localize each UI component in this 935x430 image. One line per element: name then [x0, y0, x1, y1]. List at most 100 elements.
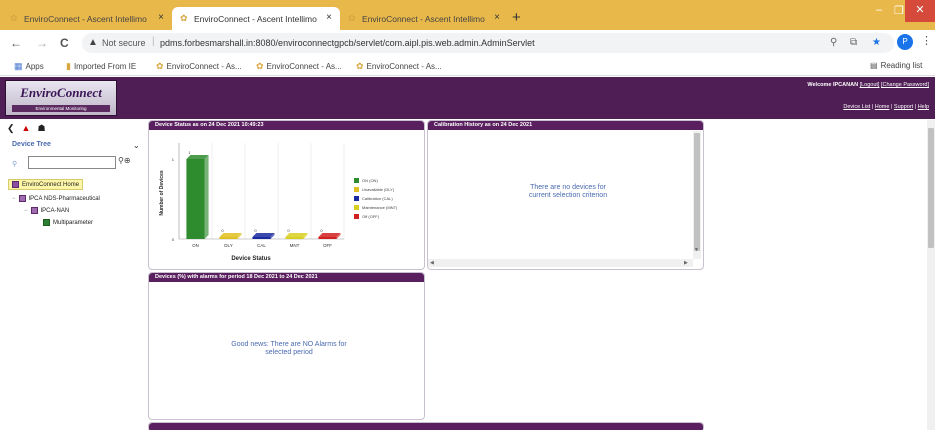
reload-icon[interactable]: C [60, 36, 69, 50]
expand-collapse-icon[interactable]: − [12, 196, 16, 202]
welcome-text: Welcome IPCANAN [807, 82, 859, 88]
legend-item: ON (ON) [354, 176, 397, 185]
url-divider: | [152, 36, 155, 47]
calibration-horizontal-scrollbar[interactable]: ◀ ▶ [428, 259, 693, 267]
tab-search-icon[interactable]: ⧉ [850, 37, 857, 48]
legend-label: Unavailable (DLY) [362, 187, 395, 192]
page-vertical-scrollbar[interactable] [927, 120, 935, 430]
page-scrollbar-thumb[interactable] [928, 128, 934, 248]
legend-item: Unavailable (DLY) [354, 185, 397, 194]
device-list-link[interactable]: Device List [843, 104, 870, 110]
logo-subtitle: Environmental Monitoring [12, 105, 110, 112]
browser-tab-strip: ✿ EnviroConnect - Ascent Intellimo × ✿ E… [0, 0, 935, 30]
bar [186, 159, 205, 239]
legend-swatch [354, 196, 359, 201]
zoom-icon[interactable]: ⚲ [830, 37, 837, 48]
close-icon[interactable]: × [326, 12, 332, 23]
search-icon[interactable]: ⚲⊕ [118, 156, 131, 165]
company-icon [18, 195, 26, 202]
profile-avatar[interactable]: P [897, 34, 913, 50]
home-link[interactable]: Home [875, 104, 890, 110]
y-tick-label: 0 [172, 237, 175, 242]
favicon-icon: ✿ [10, 13, 18, 23]
support-link[interactable]: Support [894, 104, 913, 110]
expand-collapse-icon[interactable]: − [24, 208, 28, 214]
top-nav-links: Device List | Home | Support | Help [843, 104, 929, 110]
not-secure-label[interactable]: Not secure [102, 38, 146, 48]
next-panel-header [148, 422, 704, 430]
data-label: 0 [320, 228, 323, 233]
welcome-bar: Welcome IPCANAN [Logout] [Change Passwor… [807, 82, 929, 88]
enviroconnect-logo[interactable]: EnviroConnect Environmental Monitoring [5, 80, 117, 116]
favicon-icon: ✿ [348, 13, 356, 23]
tree-node-home[interactable]: EnviroConnect Home [8, 179, 84, 190]
scrollbar-thumb[interactable] [694, 133, 700, 251]
bookmark-enviroconnect-3[interactable]: ✿ EnviroConnect - As... [356, 61, 442, 72]
message-line: Good news: There are NO Alarms for [231, 341, 347, 348]
logo-title: EnviroConnect [20, 85, 102, 100]
browser-tab-2-active[interactable]: ✿ EnviroConnect - Ascent Intellimo × [172, 7, 340, 30]
close-icon[interactable]: × [158, 12, 164, 23]
alert-triangle-icon[interactable]: ▲ [22, 123, 31, 134]
tree-node-label: Multiparameter [53, 219, 94, 226]
scroll-right-icon[interactable]: ▶ [684, 260, 688, 266]
bookmark-enviroconnect-2[interactable]: ✿ EnviroConnect - As... [256, 61, 342, 72]
maximize-icon[interactable]: ❐ [894, 4, 904, 17]
tree-node-company[interactable]: − IPCA NDS-Pharmaceutical [12, 195, 100, 202]
back-icon[interactable]: ← [10, 36, 22, 50]
browser-tab-1[interactable]: ✿ EnviroConnect - Ascent Intellimo × [2, 7, 172, 30]
legend-label: Off (OFF) [362, 214, 380, 219]
calibration-empty-message: There are no devices for current selecti… [498, 184, 638, 200]
forward-icon[interactable]: → [36, 36, 48, 50]
tree-node-device[interactable]: Multiparameter [43, 219, 93, 226]
calibration-vertical-scrollbar[interactable] [693, 131, 701, 259]
bar [318, 237, 337, 239]
window-close-button[interactable]: ✕ [905, 0, 935, 22]
change-password-link[interactable]: [Change Password] [881, 82, 929, 88]
bookmark-enviroconnect-1[interactable]: ✿ EnviroConnect - As... [156, 61, 242, 72]
bookmark-label: EnviroConnect - As... [166, 62, 242, 71]
scroll-left-icon[interactable]: ◀ [430, 260, 434, 266]
bar [285, 237, 304, 239]
plant-icon [30, 207, 38, 214]
reading-list-button[interactable]: ▤ Reading list [870, 61, 922, 70]
browser-tab-3[interactable]: ✿ EnviroConnect - Ascent Intellimo × [340, 7, 508, 30]
legend-label: Maintenance (MNT) [362, 205, 398, 210]
browser-toolbar: ← → C ▲ Not secure | pdms.forbesmarshall… [0, 30, 935, 56]
x-axis-title: Device Status [231, 256, 271, 262]
minimize-icon[interactable]: – [876, 4, 882, 16]
alarms-panel-title: Devices (%) with alarms for period 18 De… [149, 273, 424, 282]
bookmark-apps[interactable]: ▦ Apps [14, 61, 44, 72]
bar-side [204, 155, 209, 239]
url-text[interactable]: pdms.forbesmarshall.in:8080/enviroconnec… [160, 38, 535, 48]
bookmark-star-icon[interactable]: ★ [872, 37, 881, 48]
tree-node-plant[interactable]: − IPCA-NAN [24, 207, 69, 214]
bookmark-imported-folder[interactable]: ▮ Imported From IE [66, 61, 136, 72]
legend-label: ON (ON) [362, 178, 378, 183]
chevron-down-icon[interactable]: ⌄ [133, 141, 140, 150]
logout-link[interactable]: [Logout] [860, 82, 880, 88]
dashboard-icon[interactable]: ☗ [37, 123, 45, 134]
bookmark-label: Imported From IE [73, 62, 137, 71]
address-bar[interactable]: ▲ Not secure | pdms.forbesmarshall.in:80… [82, 33, 894, 53]
app-header: EnviroConnect Environmental Monitoring W… [0, 77, 935, 119]
legend-label: Calibration (CAL) [362, 196, 393, 201]
y-axis-title: Number of Devices [159, 170, 165, 216]
close-icon[interactable]: × [494, 12, 500, 23]
scroll-down-icon[interactable]: ▼ [694, 247, 699, 253]
category-label: ON [192, 243, 199, 248]
device-status-panel: Device Status as on 24 Dec 2021 10:49:23… [148, 120, 425, 270]
warning-icon[interactable]: ▲ [88, 37, 98, 48]
data-label: 0 [221, 228, 224, 233]
tree-search-input[interactable] [28, 156, 116, 169]
favicon-icon: ✿ [256, 61, 264, 71]
collapse-left-icon[interactable]: ❮ [7, 123, 15, 134]
tree-node-label: EnviroConnect Home [22, 181, 80, 188]
legend-item: Calibration (CAL) [354, 194, 397, 203]
legend-item: Off (OFF) [354, 212, 397, 221]
new-tab-button[interactable]: + [512, 9, 521, 26]
calibration-history-panel: Calibration History as on 24 Dec 2021 Th… [427, 120, 704, 270]
browser-menu-icon[interactable]: ⋮ [921, 34, 932, 47]
favicon-icon: ✿ [156, 61, 164, 71]
help-link[interactable]: Help [918, 104, 929, 110]
